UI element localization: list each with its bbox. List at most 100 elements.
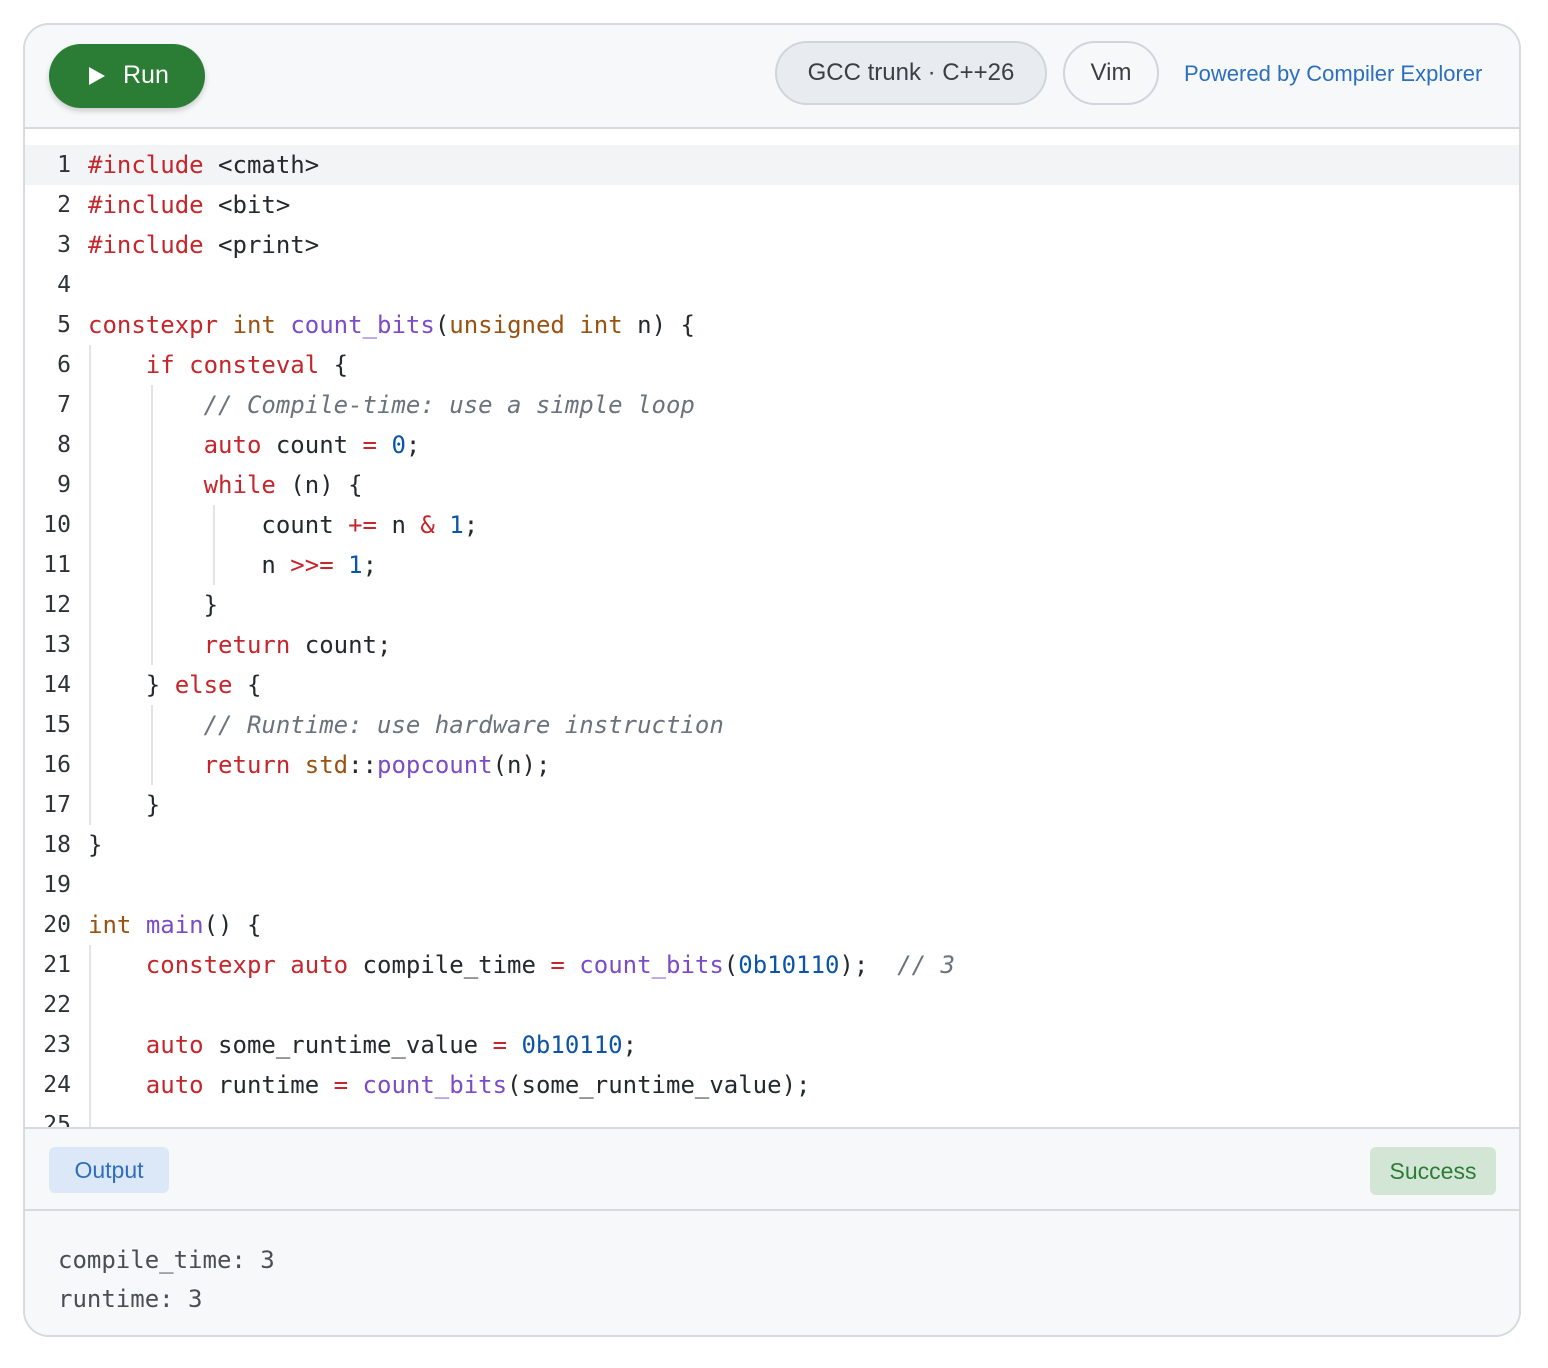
code-token: auto — [203, 431, 262, 459]
code-token: :: — [348, 751, 378, 779]
code-line[interactable]: 19 — [25, 865, 1519, 905]
code-token: 0b10110 — [521, 1031, 623, 1059]
line-number: 3 — [57, 232, 71, 258]
code-token: // 3 — [897, 951, 955, 979]
line-number: 10 — [43, 512, 71, 538]
line-number: 9 — [57, 472, 71, 498]
code-token: auto — [145, 1031, 204, 1059]
code-token: } — [88, 791, 161, 819]
code-token: ; — [405, 431, 421, 459]
code-line[interactable]: 16 return std::popcount(n); — [25, 745, 1519, 785]
code-token: int — [232, 311, 276, 339]
code-token: count_bits — [579, 951, 724, 979]
code-token: = — [550, 951, 565, 979]
code-text: } — [88, 825, 102, 865]
code-line[interactable]: 20 int main() { — [25, 905, 1519, 945]
compiler-selector[interactable]: GCC trunk · C++26 — [775, 41, 1047, 105]
code-line[interactable]: 12 } — [25, 585, 1519, 625]
line-number: 8 — [57, 432, 71, 458]
code-token: () { — [203, 911, 262, 939]
line-number: 22 — [43, 992, 71, 1018]
code-line[interactable]: 25 — [25, 1105, 1519, 1127]
code-token: 0 — [391, 431, 406, 459]
code-token: { — [232, 671, 262, 699]
code-line[interactable]: 17 } — [25, 785, 1519, 825]
line-number: 23 — [43, 1032, 71, 1058]
code-token: count — [261, 431, 363, 459]
code-line[interactable]: 6 if consteval { — [25, 345, 1519, 385]
code-token: auto — [290, 951, 349, 979]
code-line[interactable]: 15 // Runtime: use hardware instruction — [25, 705, 1519, 745]
code-token: int — [88, 911, 132, 939]
code-token: } — [88, 591, 219, 619]
code-line[interactable]: 24 auto runtime = count_bits(some_runtim… — [25, 1065, 1519, 1105]
code-token: ; — [362, 551, 378, 579]
code-token: main — [145, 911, 204, 939]
code-token: & — [420, 511, 435, 539]
code-token: >>= — [290, 551, 334, 579]
line-number: 20 — [43, 912, 71, 938]
code-text: constexpr int count_bits(unsigned int n)… — [88, 305, 695, 345]
code-text: } — [88, 785, 160, 825]
line-number: 25 — [43, 1112, 71, 1127]
code-line[interactable]: 10 count += n & 1; — [25, 505, 1519, 545]
code-line[interactable]: 2 #include <bit> — [25, 185, 1519, 225]
vim-mode-toggle[interactable]: Vim — [1063, 41, 1159, 105]
code-line[interactable]: 18} — [25, 825, 1519, 865]
code-token: int — [579, 311, 623, 339]
code-line[interactable]: 14 } else { — [25, 665, 1519, 705]
code-line[interactable]: 22 — [25, 985, 1519, 1025]
code-text: #include <bit> — [88, 185, 290, 225]
code-line[interactable]: 8 auto count = 0; — [25, 425, 1519, 465]
line-number: 18 — [43, 832, 71, 858]
code-line[interactable]: 4 — [25, 265, 1519, 305]
code-line[interactable]: 3 #include <print> — [25, 225, 1519, 265]
line-number: 4 — [57, 272, 71, 298]
code-text: } — [88, 585, 218, 625]
powered-by-link[interactable]: Powered by Compiler Explorer — [1184, 61, 1482, 87]
code-line[interactable]: 11 n >>= 1; — [25, 545, 1519, 585]
code-token: #include — [88, 231, 204, 259]
code-editor[interactable]: 1 #include <cmath> 2 #include <bit> 3 #includ… — [25, 129, 1519, 1127]
code-token: unsigned — [449, 311, 565, 339]
code-token: constexpr — [88, 311, 219, 339]
code-token: count — [88, 511, 349, 539]
code-line[interactable]: 9 while (n) { — [25, 465, 1519, 505]
tab-output[interactable]: Output — [49, 1147, 169, 1193]
code-token: } — [88, 671, 175, 699]
code-token: count_bits — [290, 311, 435, 339]
code-line[interactable]: 13 return count; — [25, 625, 1519, 665]
code-line[interactable]: 1 #include <cmath> — [25, 145, 1519, 185]
code-token: ; — [622, 1031, 638, 1059]
line-number: 17 — [43, 792, 71, 818]
line-number: 14 — [43, 672, 71, 698]
run-button[interactable]: Run — [49, 44, 205, 108]
line-number: 5 — [57, 312, 71, 338]
code-runner-widget: Run GCC trunk · C++26 Vim Powered by Com… — [23, 23, 1521, 1337]
code-token: = — [333, 1071, 349, 1099]
code-line[interactable]: 5 constexpr int count_bits(unsigned int n… — [25, 305, 1519, 345]
code-token: ; — [463, 511, 479, 539]
code-token: consteval — [189, 351, 320, 379]
line-number: 13 — [43, 632, 71, 658]
code-text: // Compile-time: use a simple loop — [88, 385, 695, 425]
code-text: n >>= 1; — [88, 545, 377, 585]
code-line[interactable]: 7 // Compile-time: use a simple loop — [25, 385, 1519, 425]
code-line[interactable]: 21 constexpr auto compile_time = count_b… — [25, 945, 1519, 985]
code-token: n) { — [622, 311, 695, 339]
code-line[interactable]: 23 auto some_runtime_value = 0b10110; — [25, 1025, 1519, 1065]
code-token: compile_time — [348, 951, 551, 979]
